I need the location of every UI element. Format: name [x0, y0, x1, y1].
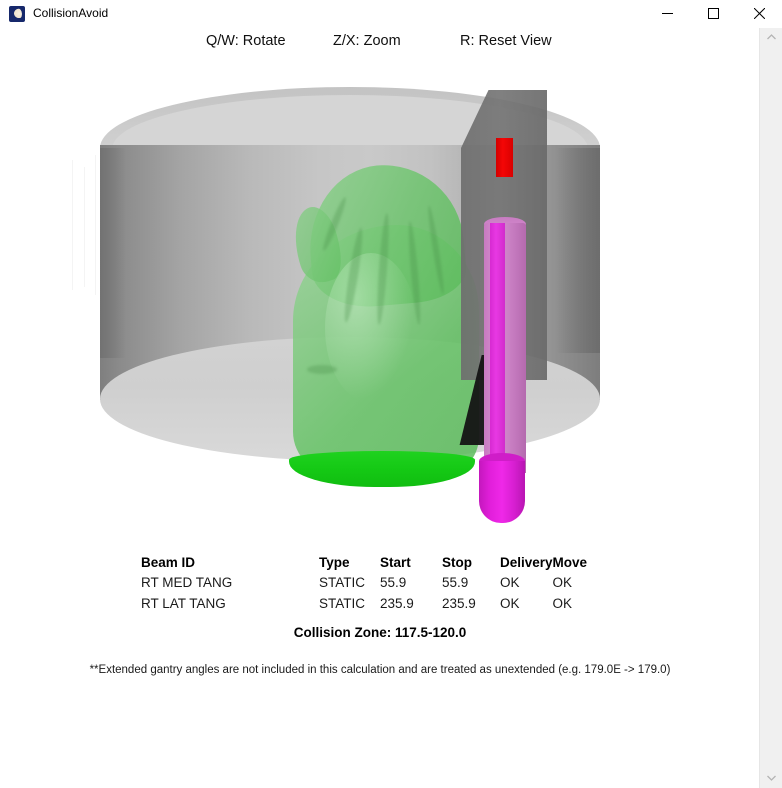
column-header-move: Move — [552, 555, 588, 570]
vertical-scrollbar[interactable] — [759, 27, 782, 788]
window-title: CollisionAvoid — [33, 6, 109, 20]
beam-core-highlight — [490, 223, 505, 473]
cell-beam-id: RT MED TANG — [141, 575, 233, 590]
hint-reset-view: R: Reset View — [460, 33, 552, 49]
cell-start: 235.9 — [380, 596, 414, 611]
torso-highlight — [325, 253, 417, 403]
mesh-artifact-line — [95, 155, 96, 295]
cell-stop: 235.9 — [442, 596, 476, 611]
torso-fold — [307, 365, 337, 374]
column-header-delivery: Delivery — [500, 555, 553, 570]
scrollbar-track[interactable] — [760, 47, 782, 768]
gantry-bore-right-shading — [556, 148, 600, 353]
column-header-start: Start — [380, 555, 411, 570]
status-badge-delivery: OK — [500, 575, 520, 590]
hint-zoom: Z/X: Zoom — [333, 33, 401, 49]
cell-type: STATIC — [319, 575, 365, 590]
column-header-type: Type — [319, 555, 350, 570]
table-row[interactable]: RT MED TANG STATIC 55.9 55.9 OK OK — [141, 575, 599, 596]
mesh-artifact-line — [72, 160, 73, 290]
app-icon — [9, 5, 25, 22]
beam-collision-tip — [496, 138, 513, 177]
footnote-text: **Extended gantry angles are not include… — [89, 664, 671, 676]
cell-type: STATIC — [319, 596, 365, 611]
collision-zone-label: Collision Zone: 117.5-120.0 — [293, 625, 467, 640]
status-badge-move: OK — [552, 575, 573, 590]
keyboard-hint-bar: Q/W: Rotate Z/X: Zoom R: Reset View — [0, 27, 760, 55]
column-header-stop: Stop — [442, 555, 472, 570]
scene-root — [0, 55, 760, 555]
scroll-down-arrow-icon[interactable] — [760, 768, 782, 788]
cell-stop: 55.9 — [442, 575, 469, 590]
window-controls — [644, 0, 782, 27]
torso-solid-base — [289, 451, 475, 487]
title-bar: CollisionAvoid — [0, 0, 782, 28]
column-header-beam-id: Beam ID — [141, 555, 196, 570]
beam-results-table: Beam ID Type Start Stop Delivery Move RT… — [141, 555, 599, 617]
cell-beam-id: RT LAT TANG — [141, 596, 226, 611]
mesh-artifact-line — [84, 167, 85, 287]
table-row[interactable]: RT LAT TANG STATIC 235.9 235.9 OK OK — [141, 596, 599, 617]
cell-start: 55.9 — [380, 575, 407, 590]
3d-collision-view[interactable] — [0, 55, 760, 555]
maximize-button[interactable] — [690, 0, 736, 27]
close-button[interactable] — [736, 0, 782, 27]
patient-torso-mesh — [283, 158, 479, 487]
status-badge-delivery: OK — [500, 596, 520, 611]
scroll-up-arrow-icon[interactable] — [760, 27, 782, 47]
minimize-button[interactable] — [644, 0, 690, 27]
gantry-bore-left-shading — [100, 148, 126, 358]
hint-rotate: Q/W: Rotate — [206, 33, 286, 49]
results-panel: Beam ID Type Start Stop Delivery Move RT… — [0, 555, 760, 676]
beam-lower-solid — [479, 461, 525, 523]
status-badge-move: OK — [552, 596, 573, 611]
table-header-row: Beam ID Type Start Stop Delivery Move — [141, 555, 599, 575]
